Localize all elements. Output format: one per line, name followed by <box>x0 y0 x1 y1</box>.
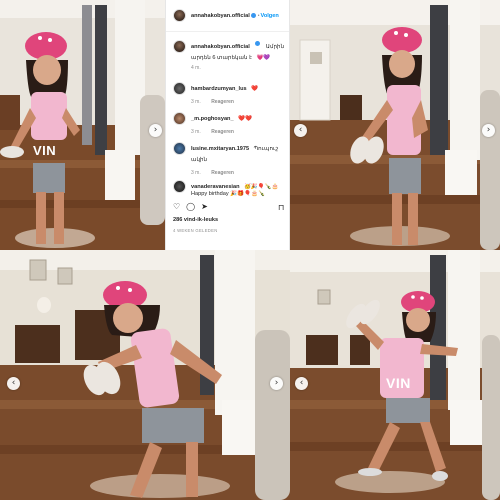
comment-username[interactable]: hambardzumyan_lus <box>191 86 247 92</box>
reply-button[interactable]: Reageren <box>211 170 234 176</box>
comment-text: ❤️ <box>251 86 259 92</box>
comment-username[interactable]: vanaderavanesian <box>191 184 240 190</box>
shirt-print: VIN <box>386 375 411 391</box>
author-avatar[interactable] <box>173 9 186 22</box>
comment-item: lusine.mxitaryan.1975 Պուպուշ ակին 3 m. … <box>173 142 287 177</box>
commenter-avatar[interactable] <box>173 82 186 95</box>
photo-bottom-left[interactable]: ‹ › <box>0 250 290 500</box>
follow-button[interactable]: Volgen <box>261 13 279 19</box>
commenter-avatar[interactable] <box>173 180 186 193</box>
commenter-avatar[interactable] <box>173 142 186 155</box>
photo-top-right[interactable]: ‹ › <box>290 0 500 250</box>
caption-username[interactable]: annahakobyan.official <box>191 44 250 50</box>
comment-item: hambardzumyan_lus ❤️ 3 m. Reageren <box>173 82 287 106</box>
comment-text-line2: Happy birthday 🎉🎁🎈🎂🍾 <box>191 191 266 197</box>
comment-item: vanaderavanesian 🥳🎉🎈🍾🎂 Happy birthday 🎉🎁… <box>173 180 287 198</box>
comment-text: 🥳🎉🎈🍾🎂 <box>243 184 279 190</box>
caption-time: 4 m. <box>191 65 201 71</box>
room-scene <box>0 250 290 500</box>
post-action-bar: ♡ ◯ ➤ <box>173 203 208 211</box>
comment-time: 3 m. <box>191 129 201 135</box>
author-username[interactable]: annahakobyan.official <box>191 13 250 19</box>
chevron-left-icon[interactable]: ‹ <box>295 377 308 390</box>
photo-top-left[interactable]: VIN › <box>0 0 165 250</box>
comment-time: 3 m. <box>191 99 201 105</box>
reply-button[interactable]: Reageren <box>211 129 234 135</box>
post-header: annahakobyan.official • Volgen <box>166 0 289 32</box>
chevron-left-icon[interactable]: ‹ <box>7 377 20 390</box>
chevron-right-icon[interactable]: › <box>149 124 162 137</box>
reply-button[interactable]: Reageren <box>211 99 234 105</box>
bookmark-icon[interactable]: ⊓ <box>278 203 284 212</box>
chevron-right-icon[interactable]: › <box>270 377 283 390</box>
instagram-comments-panel: annahakobyan.official • Volgen annahakob… <box>165 0 290 250</box>
comment-text: ❤️❤️ <box>238 116 252 122</box>
share-icon[interactable]: ➤ <box>201 203 208 211</box>
comment-icon[interactable]: ◯ <box>186 203 195 211</box>
heart-icon[interactable]: ♡ <box>173 203 180 211</box>
comment-time: 3 m. <box>191 170 201 176</box>
room-scene <box>0 0 165 250</box>
comment-item: _m.poghosyan_ ❤️❤️ 3 m. Reageren <box>173 112 287 136</box>
comment-username[interactable]: lusine.mxitaryan.1975 <box>191 146 249 152</box>
commenter-avatar[interactable] <box>173 112 186 125</box>
post-age: 4 WEKEN GELEDEN <box>173 228 218 233</box>
chevron-left-icon[interactable]: ‹ <box>294 124 307 137</box>
caption-emoji: 💗💜 <box>256 55 271 61</box>
photo-bottom-right[interactable]: VIN ‹ <box>290 250 500 500</box>
post-caption: annahakobyan.official Ամրին արդեն 6 տարե… <box>173 40 287 72</box>
comment-username[interactable]: _m.poghosyan_ <box>191 116 234 122</box>
shirt-print: VIN <box>33 143 57 158</box>
author-avatar[interactable] <box>173 40 186 53</box>
verified-badge-icon <box>250 13 256 18</box>
verified-badge-icon <box>255 41 261 47</box>
chevron-right-icon[interactable]: › <box>482 124 495 137</box>
likes-count[interactable]: 286 vind-ik-leuks <box>173 217 218 223</box>
room-scene <box>290 0 500 250</box>
